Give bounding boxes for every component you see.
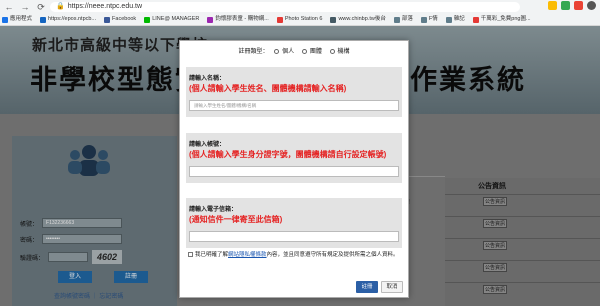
extension-icon[interactable] xyxy=(561,1,570,10)
cancel-button[interactable]: 取消 xyxy=(381,281,403,293)
agreement-text: 我已明確了解網站隱私權條款內容，並且同意遵守所有規定及提供所需之個人資料。 xyxy=(188,251,403,259)
name-hint: (個人請輸入學生姓名、團體機構請輸入名稱) xyxy=(189,84,347,93)
captcha-image: 4602 xyxy=(92,250,123,264)
notice-item: 公告資訊 xyxy=(445,260,600,274)
notice-item: 公告資訊 xyxy=(445,238,600,252)
account-input[interactable]: F132236663 xyxy=(42,218,123,228)
bookmark-item[interactable]: Photo Station 6 xyxy=(276,14,322,25)
reg-type-label: 註冊類型： xyxy=(238,49,269,55)
account-hint: (個人請輸入學生身分證字號，團體機構請自行設定帳號) xyxy=(189,150,387,159)
notice-button[interactable]: 公告資訊 xyxy=(483,241,507,250)
bookmark-item[interactable]: 千萬彩_免費png圖... xyxy=(472,14,531,25)
bookmark-item[interactable]: 應用程式 xyxy=(2,14,32,25)
url-text: https://neee.ntpc.edu.tw xyxy=(67,3,143,10)
address-bar[interactable]: 🔒 https://neee.ntpc.edu.tw xyxy=(50,2,520,12)
submit-register-button[interactable]: 註冊 xyxy=(356,281,378,293)
agree-checkbox[interactable] xyxy=(188,252,193,258)
email-section: 請輸入電子信箱： (通知信件一律寄至此信箱) xyxy=(186,198,402,248)
bookmark-icon xyxy=(2,16,8,23)
nav-buttons: ← → ⟳ xyxy=(4,2,46,13)
notice-item: 計畫實施對象集中公告資訊 xyxy=(365,282,600,296)
register-dialog: 註冊類型： 個人 團體 機構 請輸入名稱： (個人請輸入學生姓名、團體機構請輸入… xyxy=(179,40,409,298)
password-label: 密碼： xyxy=(20,237,39,244)
captcha-row: 驗證碼： 4602 xyxy=(20,250,123,264)
banner-title-2: 非學校型態實 xyxy=(30,65,204,95)
bookmark-icon xyxy=(276,16,283,23)
bookmark-icon xyxy=(207,16,214,23)
lock-icon: 🔒 xyxy=(56,3,65,10)
login-button[interactable]: 登入 xyxy=(58,271,92,283)
notice-button[interactable]: 公告資訊 xyxy=(483,263,507,272)
bookmark-item[interactable]: www.chinbp.tw後台 xyxy=(330,14,386,25)
bookmark-item[interactable]: LINE@ MANAGER xyxy=(144,14,199,25)
account-row: 帳號： F132236663 xyxy=(20,218,123,228)
notice-button[interactable]: 公告資訊 xyxy=(483,219,507,228)
bookmark-icon xyxy=(445,16,452,23)
banner-title-3: 作業系統 xyxy=(410,65,526,95)
forward-icon[interactable]: → xyxy=(20,2,30,13)
password-row: 密碼： •••••••• xyxy=(20,234,123,244)
avatar[interactable] xyxy=(587,1,596,10)
captcha-label: 驗證碼： xyxy=(20,255,45,262)
reg-type-group[interactable]: 團體 xyxy=(301,48,324,55)
privacy-link[interactable]: 網站隱私權條款 xyxy=(228,252,267,258)
name-label: 請輸入名稱： xyxy=(189,76,226,82)
bookmark-item[interactable]: Facebook xyxy=(104,14,136,25)
notice-title: 公告資訊 xyxy=(478,183,506,190)
notice-panel: 公告資訊 育審議會面談時間表公告資訊公告資訊公告資訊公告資訊計畫實施對象集中公告… xyxy=(365,178,600,306)
bookmark-item[interactable]: F情 xyxy=(420,14,438,25)
users-icon xyxy=(68,145,110,176)
bookmark-icon xyxy=(330,16,337,23)
bookmark-icon xyxy=(144,16,151,23)
register-button[interactable]: 註冊 xyxy=(114,271,148,283)
password-input[interactable]: •••••••• xyxy=(42,234,123,244)
back-icon[interactable]: ← xyxy=(4,2,14,13)
account-input-field[interactable] xyxy=(189,166,399,177)
reg-type-institution[interactable]: 機構 xyxy=(329,48,352,55)
bookmark-icon xyxy=(472,16,479,23)
bookmark-item[interactable]: 部落 xyxy=(393,14,413,25)
notice-button[interactable]: 公告資訊 xyxy=(483,285,507,294)
bookmark-item[interactable]: 鈞懷膠表童 - 購物網... xyxy=(207,14,269,25)
bookmark-icon xyxy=(420,16,427,23)
bookmark-icon xyxy=(393,16,400,23)
reload-icon[interactable]: ⟳ xyxy=(36,2,46,13)
account-section: 請輸入帳號： (個人請輸入學生身分證字號，團體機構請自行設定帳號) xyxy=(186,133,402,183)
name-input[interactable]: 請輸入學生姓名/團體/機構/名稱 xyxy=(189,100,399,111)
reg-type-individual[interactable]: 個人 xyxy=(274,48,296,55)
bookmarks-bar: 應用程式 https://epos.ntpcb... Facebook LINE@ M… xyxy=(2,14,531,25)
bookmark-icon xyxy=(104,16,111,23)
registration-type: 註冊類型： 個人 團體 機構 xyxy=(180,46,410,55)
account-label: 帳號： xyxy=(20,221,39,228)
notice-item: 公告資訊 xyxy=(445,216,600,230)
bookmark-item[interactable]: 雜記 xyxy=(445,14,465,25)
name-section: 請輸入名稱： (個人請輸入學生姓名、團體機構請輸入名稱) 請輸入學生姓名/團體/… xyxy=(186,67,402,117)
captcha-input[interactable] xyxy=(48,252,89,262)
bookmark-icon xyxy=(40,16,47,23)
login-panel: 帳號： F132236663 密碼： •••••••• 驗證碼： 4602 登入… xyxy=(12,136,177,306)
email-label: 請輸入電子信箱： xyxy=(189,207,238,213)
account-label: 請輸入帳號： xyxy=(189,142,226,148)
pdf-icon[interactable] xyxy=(574,1,583,10)
notice-item: 育審議會面談時間表公告資訊 xyxy=(365,194,600,208)
account-links[interactable]: 查詢帳號密碼 ｜ 忘記密碼 xyxy=(54,291,123,300)
extension-icons xyxy=(548,1,596,10)
bookmark-item[interactable]: https://epos.ntpcb... xyxy=(40,14,96,25)
star-icon[interactable] xyxy=(548,1,557,10)
browser-chrome: ← → ⟳ 🔒 https://neee.ntpc.edu.tw 應用程式 http… xyxy=(0,0,600,26)
email-input[interactable] xyxy=(189,231,399,242)
email-hint: (通知信件一律寄至此信箱) xyxy=(189,215,283,224)
notice-button[interactable]: 公告資訊 xyxy=(483,197,507,206)
